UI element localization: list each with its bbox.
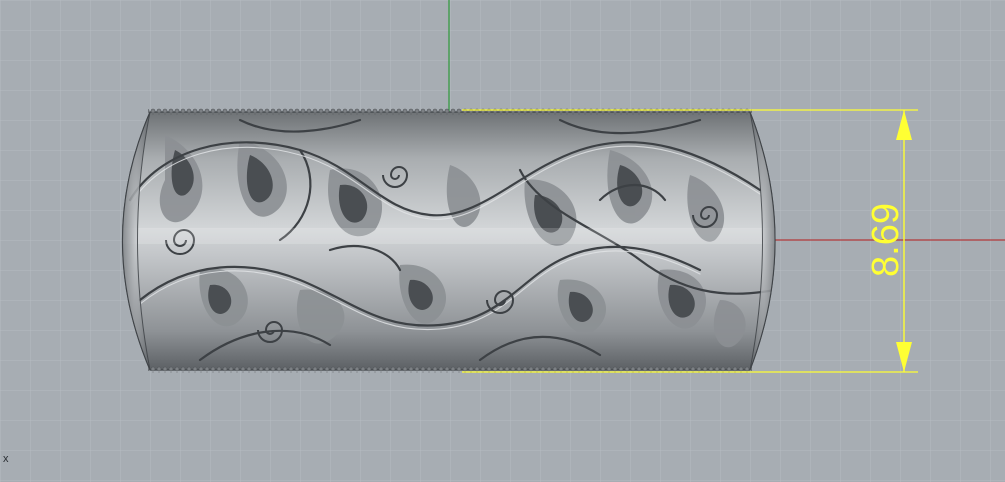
axis-corner-glyph: x — [3, 453, 9, 465]
top-beaded-edge — [148, 108, 752, 115]
dimension-value[interactable]: 8.69 — [865, 203, 907, 277]
viewport-canvas[interactable] — [0, 0, 1005, 482]
front-viewport[interactable]: 8.69 x — [0, 0, 1005, 482]
ring-model[interactable] — [120, 108, 800, 373]
